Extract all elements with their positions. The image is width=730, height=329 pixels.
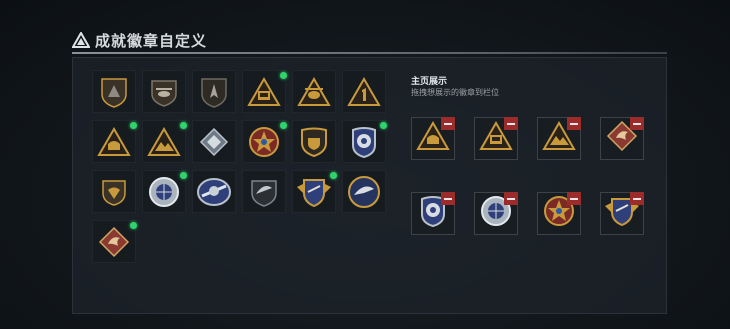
minus-icon <box>507 197 515 200</box>
badge-dragon-diamond-icon <box>98 226 130 258</box>
badge-blue-round-eagle-icon <box>347 175 381 209</box>
badge-silver-blue-emblem-icon <box>196 176 232 208</box>
page-header: 成就徽章自定义 <box>72 30 207 50</box>
title-divider <box>72 52 667 54</box>
showcase-slot[interactable] <box>474 192 518 235</box>
showcase-slot[interactable] <box>600 117 644 160</box>
showcase-subtitle: 拖拽想展示的徽章到栏位 <box>411 88 499 97</box>
badge-slot[interactable] <box>292 70 336 113</box>
badge-helicopter-icon <box>149 77 179 107</box>
badge-slot[interactable] <box>342 170 386 213</box>
badge-triangle-tank-icon <box>247 76 281 107</box>
badge-slot[interactable] <box>92 120 137 163</box>
new-indicator-dot <box>280 122 287 129</box>
badge-star-laurel-icon <box>247 125 281 159</box>
showcase-slot[interactable] <box>474 117 518 160</box>
triangle-logo-icon <box>72 31 90 49</box>
badge-slot[interactable] <box>242 120 287 163</box>
badge-slot[interactable] <box>192 170 236 213</box>
badge-slot[interactable] <box>142 70 186 113</box>
badge-gold-winged-icon <box>295 175 333 209</box>
badge-slot[interactable] <box>192 120 236 163</box>
badge-panel: 主页展示 拖拽想展示的徽章到栏位 <box>72 57 667 314</box>
badge-silver-round-globe-icon <box>147 175 181 209</box>
badge-slot[interactable] <box>292 120 336 163</box>
badge-triangle-helicopter-icon <box>297 76 331 107</box>
badge-shield-gold-icon <box>299 126 329 158</box>
badge-silver-eagle-icon <box>248 176 280 208</box>
badge-slot[interactable] <box>92 170 136 213</box>
badge-slot[interactable] <box>242 70 287 113</box>
showcase-slot[interactable] <box>537 192 581 235</box>
showcase-slot[interactable] <box>600 192 644 235</box>
badge-slot[interactable] <box>342 70 386 113</box>
new-indicator-dot <box>380 122 387 129</box>
remove-badge-button[interactable] <box>441 192 455 205</box>
showcase-slot[interactable] <box>411 117 455 160</box>
new-indicator-dot <box>180 122 187 129</box>
new-indicator-dot <box>130 122 137 129</box>
showcase-title: 主页展示 <box>411 76 448 86</box>
remove-badge-button[interactable] <box>504 192 518 205</box>
badge-blue-police-icon <box>349 125 379 159</box>
remove-badge-button[interactable] <box>630 192 644 205</box>
badge-plane-shield-icon <box>200 76 228 108</box>
minus-icon <box>633 122 641 125</box>
new-indicator-dot <box>130 222 137 229</box>
badge-silver-diamond-icon <box>199 127 229 157</box>
badge-slot[interactable] <box>242 170 286 213</box>
badge-slot[interactable] <box>342 120 387 163</box>
remove-badge-button[interactable] <box>567 117 581 130</box>
badge-slot[interactable] <box>192 70 236 113</box>
badge-triangle-helmet-icon <box>97 126 131 157</box>
minus-icon <box>444 122 452 125</box>
showcase-slot[interactable] <box>411 192 455 235</box>
badge-triangle-number-one-icon <box>347 76 381 107</box>
remove-badge-button[interactable] <box>630 117 644 130</box>
remove-badge-button[interactable] <box>567 192 581 205</box>
badge-slot[interactable] <box>92 70 136 113</box>
minus-icon <box>633 197 641 200</box>
minus-icon <box>507 122 515 125</box>
new-indicator-dot <box>180 172 187 179</box>
badge-slot[interactable] <box>142 120 187 163</box>
remove-badge-button[interactable] <box>504 117 518 130</box>
remove-badge-button[interactable] <box>441 117 455 130</box>
badge-slot[interactable] <box>92 220 137 263</box>
badge-eagle-shield-icon <box>100 177 128 207</box>
minus-icon <box>570 197 578 200</box>
badge-slot[interactable] <box>292 170 337 213</box>
new-indicator-dot <box>330 172 337 179</box>
new-indicator-dot <box>280 72 287 79</box>
showcase-slot[interactable] <box>537 117 581 160</box>
badge-shield-triangle-gold-icon <box>100 76 128 108</box>
page-title: 成就徽章自定义 <box>95 32 208 50</box>
badge-slot[interactable] <box>142 170 187 213</box>
minus-icon <box>444 197 452 200</box>
badge-triangle-mountain-icon <box>147 126 181 157</box>
minus-icon <box>570 122 578 125</box>
